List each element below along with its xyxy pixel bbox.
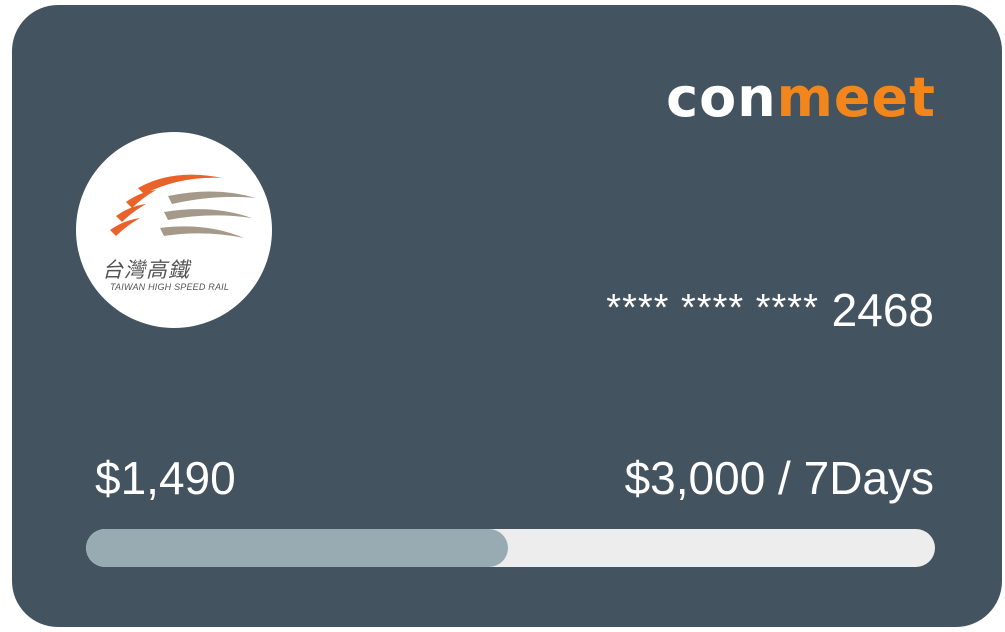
brand-logo-prefix: con — [666, 66, 777, 129]
payment-card[interactable]: con meet 台灣高鐵 TAIWAN HIGH SPEED RAIL ****… — [12, 5, 1002, 627]
spending-progress-bar — [86, 529, 935, 567]
spending-limit: $3,000 / 7Days — [624, 452, 934, 504]
issuer-name-zh: 台灣高鐵 — [102, 258, 190, 282]
brand-logo: con meet — [666, 65, 936, 125]
card-number: **** **** **** 2468 — [606, 287, 934, 333]
issuer-name-en: TAIWAN HIGH SPEED RAIL — [110, 282, 230, 292]
issuer-logo: 台灣高鐵 TAIWAN HIGH SPEED RAIL — [76, 132, 272, 328]
card-number-mask: **** **** **** — [606, 287, 819, 329]
brand-logo-suffix: meet — [776, 66, 936, 129]
spent-amount: $1,490 — [95, 452, 236, 504]
high-speed-rail-emblem-icon — [110, 174, 256, 238]
spending-progress-fill — [86, 529, 508, 567]
card-number-last4: 2468 — [831, 284, 934, 336]
